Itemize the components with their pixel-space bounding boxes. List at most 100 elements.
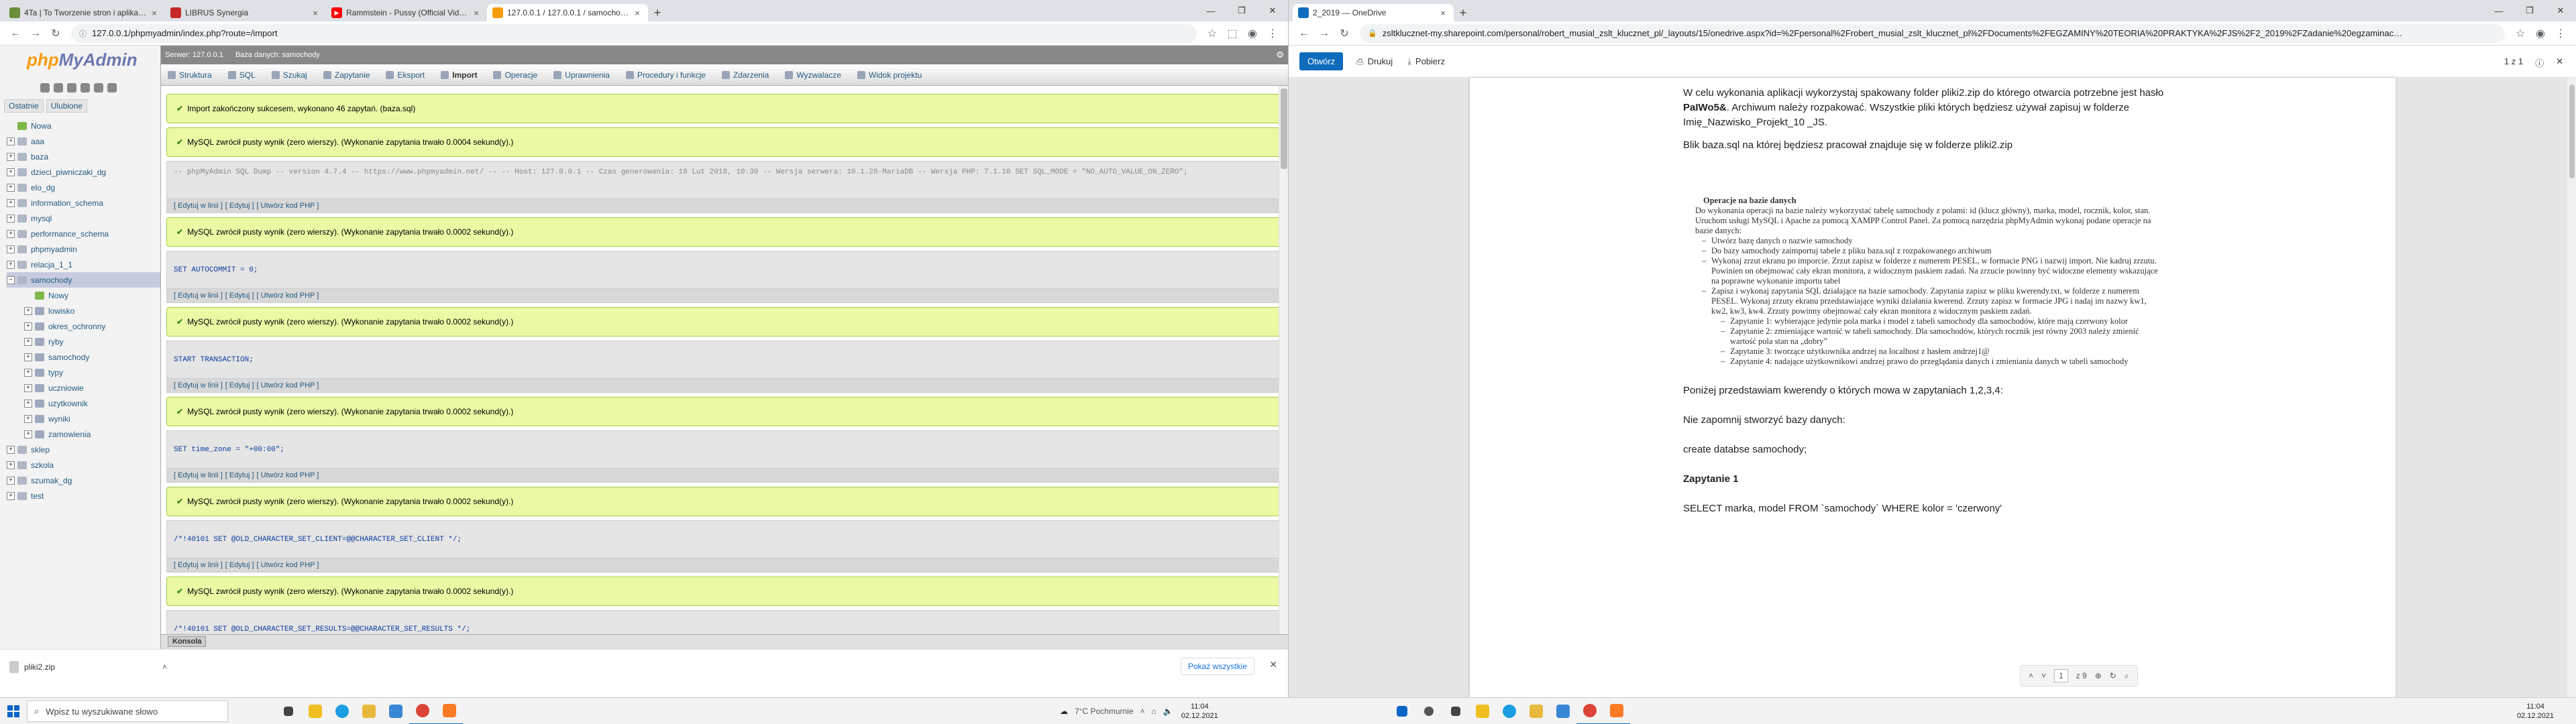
tree-table-item[interactable]: + ryby — [7, 334, 160, 349]
print-button[interactable]: ⎙ Drukuj — [1356, 56, 1393, 67]
menu-item-eksport[interactable]: Eksport — [386, 70, 425, 80]
expand-icon[interactable]: + — [7, 461, 15, 469]
tree-database-item[interactable]: + information_schema — [7, 195, 160, 210]
edit-link[interactable]: [ Edytuj ] — [225, 381, 254, 389]
store-icon[interactable] — [382, 698, 409, 724]
tab-onedrive[interactable]: 2_2019 — OneDrive × — [1293, 4, 1454, 21]
explorer-icon[interactable] — [356, 698, 382, 724]
edit-link[interactable]: [ Edytuj ] — [225, 292, 254, 300]
chrome-icon[interactable] — [409, 698, 436, 724]
clock[interactable]: 11:04 02.12.2021 — [1181, 702, 1218, 721]
expand-icon[interactable]: + — [24, 306, 32, 315]
tree-database-item[interactable]: − samochody — [7, 272, 160, 288]
tree-database-item[interactable]: + dzieci_piwniczaki_dg — [7, 164, 160, 180]
expand-icon[interactable]: + — [24, 368, 32, 377]
url-field[interactable]: ⓘ 127.0.0.1/phpmyadmin/index.php?route=/i… — [71, 23, 1197, 43]
widgets-icon[interactable] — [302, 698, 329, 724]
menu-icon[interactable]: ⋮ — [1263, 23, 1283, 44]
tab-recent[interactable]: Ostatnie — [4, 99, 44, 113]
star-icon[interactable]: ☆ — [2510, 23, 2530, 44]
close-icon[interactable]: × — [149, 8, 160, 18]
console-tab[interactable]: Konsola — [168, 636, 207, 647]
xampp-icon[interactable] — [436, 698, 463, 724]
docs-icon[interactable] — [80, 83, 90, 93]
close-icon[interactable]: × — [471, 8, 482, 18]
edit-inline-link[interactable]: [ Edytuj w linii ] — [174, 381, 223, 389]
close-window-icon[interactable]: ✕ — [2545, 0, 2576, 21]
search-icon[interactable]: ⌕ — [2125, 671, 2129, 681]
create-php-link[interactable]: [ Utwórz kod PHP ] — [257, 561, 319, 569]
tree-database-item[interactable]: Nowa — [7, 118, 160, 133]
search-icon[interactable] — [1415, 698, 1442, 724]
tree-table-item[interactable]: + uzytkownik — [7, 396, 160, 411]
volume-icon[interactable]: 🔈 — [1163, 707, 1173, 716]
breadcrumb-server[interactable]: Serwer: 127.0.0.1 — [165, 51, 223, 59]
maximize-icon[interactable]: ❐ — [1226, 0, 1257, 21]
edit-link[interactable]: [ Edytuj ] — [225, 471, 254, 479]
tab-librus[interactable]: LIBRUS Synergia × — [165, 4, 326, 21]
url-field[interactable]: 🔒 zsltklucznet-my.sharepoint.com/personal… — [1360, 23, 2505, 43]
chevron-up-icon[interactable]: ˄ — [162, 662, 167, 672]
tree-database-item[interactable]: + mysql — [7, 210, 160, 226]
back-icon[interactable]: ← — [5, 23, 25, 44]
expand-icon[interactable]: + — [24, 337, 32, 346]
start-button[interactable] — [0, 698, 27, 724]
viewer-scrollbar[interactable] — [2567, 78, 2576, 697]
close-icon[interactable]: × — [632, 8, 643, 18]
open-button[interactable]: Otwórz — [1299, 52, 1344, 70]
rotate-icon[interactable]: ↻ — [2110, 671, 2116, 680]
expand-icon[interactable]: + — [7, 168, 15, 176]
chrome-icon[interactable] — [1576, 698, 1603, 724]
search-box[interactable]: ⌕ Wpisz tu wyszukiwane słowo — [27, 701, 228, 722]
edit-inline-link[interactable]: [ Edytuj w linii ] — [174, 292, 223, 300]
task-view-icon[interactable] — [275, 698, 302, 724]
network-icon[interactable]: ⌂ — [1152, 707, 1157, 716]
tab-youtube[interactable]: ▶ Rammstein - Pussy (Official Vid… × — [326, 4, 487, 21]
console-bar[interactable]: Konsola — [161, 634, 1288, 649]
edit-inline-link[interactable]: [ Edytuj w linii ] — [174, 561, 223, 569]
expand-icon[interactable]: + — [24, 383, 32, 392]
gear-icon[interactable]: ⚙ — [1276, 50, 1284, 60]
tree-database-item[interactable]: + elo_dg — [7, 180, 160, 195]
menu-item-struktura[interactable]: Struktura — [168, 70, 212, 80]
menu-item-szukaj[interactable]: Szukaj — [271, 70, 307, 80]
tree-database-item[interactable]: + test — [7, 488, 160, 503]
expand-icon[interactable]: + — [7, 476, 15, 485]
scrollbar-thumb[interactable] — [1281, 88, 1287, 169]
reload-icon[interactable]: ↻ — [1334, 23, 1354, 44]
explorer-icon[interactable] — [1523, 698, 1550, 724]
expand-icon[interactable]: + — [24, 399, 32, 408]
widgets-icon[interactable] — [1469, 698, 1496, 724]
expand-icon[interactable]: + — [7, 214, 15, 223]
forward-icon[interactable]: → — [1314, 23, 1334, 44]
tree-table-item[interactable]: + typy — [7, 365, 160, 380]
reload-icon[interactable] — [107, 83, 117, 93]
weather-text[interactable]: 7°C Pochmurnie — [1075, 707, 1134, 716]
tree-database-item[interactable]: + phpmyadmin — [7, 241, 160, 257]
xampp-icon[interactable] — [1603, 698, 1630, 724]
tree-database-item[interactable]: + relacja_1_1 — [7, 257, 160, 272]
tree-table-item[interactable]: + okres_ochronny — [7, 318, 160, 334]
download-item[interactable]: pliki2.zip — [9, 660, 55, 673]
tree-database-item[interactable]: + szkola — [7, 457, 160, 473]
home-icon[interactable] — [40, 83, 50, 93]
tab-phpmyadmin[interactable]: 127.0.0.1 / 127.0.0.1 / samochody… × — [487, 4, 648, 21]
create-php-link[interactable]: [ Utwórz kod PHP ] — [257, 471, 319, 479]
expand-icon[interactable]: + — [7, 137, 15, 145]
phpmyadmin-logo[interactable]: phpMyAdmin — [0, 46, 160, 83]
create-php-link[interactable]: [ Utwórz kod PHP ] — [257, 292, 319, 300]
menu-item-zdarzenia[interactable]: Zdarzenia — [721, 70, 769, 80]
edge-icon[interactable] — [329, 698, 356, 724]
tree-database-item[interactable]: + sklep — [7, 442, 160, 457]
scrollbar-thumb[interactable] — [2569, 84, 2575, 178]
create-php-link[interactable]: [ Utwórz kod PHP ] — [257, 381, 319, 389]
new-tab-button[interactable]: + — [1454, 4, 1472, 21]
logout-icon[interactable] — [54, 83, 63, 93]
expand-icon[interactable]: + — [24, 322, 32, 330]
show-all-button[interactable]: Pokaż wszystkie — [1180, 658, 1254, 675]
close-icon[interactable]: ✕ — [2556, 56, 2563, 69]
tab-favorites[interactable]: Ulubione — [46, 99, 88, 113]
expand-icon[interactable]: + — [24, 353, 32, 361]
edge-icon[interactable] — [1496, 698, 1523, 724]
windows-icon[interactable] — [1389, 698, 1415, 724]
